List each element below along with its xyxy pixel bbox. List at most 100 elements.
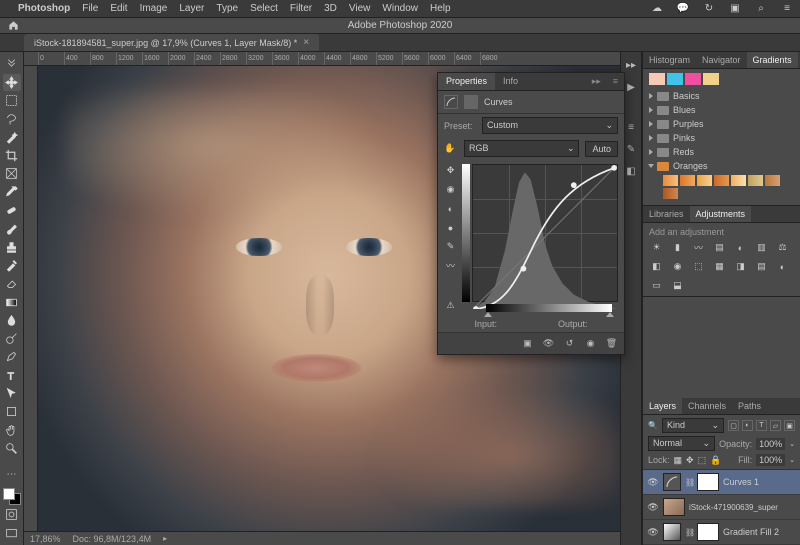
selectivecolor-adjustment-icon[interactable]: ⬓ <box>670 279 685 292</box>
bw-adjustment-icon[interactable]: ◧ <box>649 260 664 273</box>
lock-all-icon[interactable]: 🔒 <box>710 455 721 466</box>
menu-file[interactable]: File <box>82 3 98 14</box>
lock-artboard-icon[interactable]: ⬚ <box>698 455 707 466</box>
hand-tool[interactable] <box>3 422 21 438</box>
channelmixer-adjustment-icon[interactable]: ⬚ <box>691 260 706 273</box>
quickmask-icon[interactable] <box>3 507 21 523</box>
move-tool[interactable] <box>3 74 21 90</box>
trash-icon[interactable]: 🗑 <box>605 337 618 350</box>
screenmode-icon[interactable] <box>3 525 21 541</box>
curves-graph[interactable] <box>472 164 618 302</box>
reset-icon[interactable]: ↺ <box>563 337 576 350</box>
tab-layers[interactable]: Layers <box>643 398 682 414</box>
white-point-icon[interactable]: ◉ <box>444 183 457 196</box>
blur-tool[interactable] <box>3 312 21 328</box>
filter-type-icon[interactable]: T <box>756 420 767 431</box>
shape-tool[interactable] <box>3 404 21 420</box>
gradient-swatch[interactable] <box>649 73 665 85</box>
curves-adjustment-icon[interactable]: 〰 <box>691 241 706 254</box>
panel-icon-3[interactable]: ◧ <box>624 164 638 178</box>
sync-icon[interactable]: ↻ <box>702 3 716 14</box>
gradient-swatch[interactable] <box>765 175 780 186</box>
layer-filter-kind[interactable]: Kind⌄ <box>662 418 724 433</box>
eyedropper-tool[interactable] <box>3 184 21 200</box>
layer-name[interactable]: iStock-471900639_super <box>689 503 778 512</box>
exposure-adjustment-icon[interactable]: ▤ <box>712 241 727 254</box>
tab-paths[interactable]: Paths <box>732 398 767 414</box>
channel-select[interactable]: RGB⌄ <box>464 140 579 157</box>
gradient-swatch[interactable] <box>748 175 763 186</box>
panel-icon-1[interactable]: ≡ <box>624 120 638 134</box>
posterize-adjustment-icon[interactable]: ▤ <box>754 260 769 273</box>
search-icon[interactable]: ⌕ <box>754 3 768 14</box>
gradient-folder-blues[interactable]: Blues <box>649 103 794 117</box>
mask-icon[interactable] <box>464 95 478 109</box>
zoom-tool[interactable] <box>3 440 21 456</box>
collapse-panel-icon[interactable]: ▸▸ <box>586 73 607 90</box>
opacity-value[interactable]: 100% <box>756 438 785 450</box>
smooth-icon[interactable]: 〰 <box>444 259 457 272</box>
fill-value[interactable]: 100% <box>756 454 785 466</box>
gradient-swatch[interactable] <box>663 175 678 186</box>
dodge-tool[interactable] <box>3 330 21 346</box>
doc-size[interactable]: Doc: 96,8M/123,4M <box>73 534 152 544</box>
gradient-swatch[interactable] <box>680 175 695 186</box>
document-tab[interactable]: iStock-181894581_super.jpg @ 17,9% (Curv… <box>24 34 319 51</box>
play-icon[interactable]: ▶ <box>624 80 638 94</box>
menu-image[interactable]: Image <box>140 3 168 14</box>
visibility-toggle-icon[interactable]: 👁 <box>647 526 659 538</box>
history-brush-tool[interactable] <box>3 257 21 273</box>
gradient-swatch[interactable] <box>697 175 712 186</box>
chat-icon[interactable]: 💬 <box>676 3 690 14</box>
gradient-swatch[interactable] <box>703 73 719 85</box>
gradient-swatch[interactable] <box>685 73 701 85</box>
vertical-ruler[interactable] <box>24 66 38 531</box>
app-name-menu[interactable]: Photoshop <box>18 3 70 14</box>
invert-adjustment-icon[interactable]: ◨ <box>733 260 748 273</box>
gradient-folder-pinks[interactable]: Pinks <box>649 131 794 145</box>
close-tab-icon[interactable]: × <box>303 37 309 48</box>
gradient-folder-oranges[interactable]: Oranges <box>649 159 794 173</box>
layer-row[interactable]: 👁 ⛓ Gradient Fill 2 <box>643 520 800 545</box>
brightness-adjustment-icon[interactable]: ☀ <box>649 241 664 254</box>
link-mask-icon[interactable]: ⛓ <box>685 528 693 537</box>
gradient-swatch[interactable] <box>663 188 678 199</box>
blend-mode-select[interactable]: Normal⌄ <box>648 436 715 451</box>
preset-select[interactable]: Custom⌄ <box>482 117 618 134</box>
brush-tool[interactable] <box>3 221 21 237</box>
gradient-folder-purples[interactable]: Purples <box>649 117 794 131</box>
input-gradient-strip[interactable] <box>486 304 612 312</box>
edit-toolbar-icon[interactable]: ⋯ <box>3 466 21 482</box>
levels-adjustment-icon[interactable]: ▮ <box>670 241 685 254</box>
heal-tool[interactable] <box>3 202 21 218</box>
stamp-tool[interactable] <box>3 239 21 255</box>
toggle-visibility-icon[interactable]: ◉ <box>584 337 597 350</box>
menu-filter[interactable]: Filter <box>290 3 312 14</box>
lasso-tool[interactable] <box>3 111 21 127</box>
tab-adjustments[interactable]: Adjustments <box>690 206 752 222</box>
notification-icon[interactable]: ▣ <box>728 3 742 14</box>
colorbalance-adjustment-icon[interactable]: ⚖ <box>775 241 790 254</box>
visibility-toggle-icon[interactable]: 👁 <box>647 476 659 488</box>
horizontal-ruler[interactable]: 0400800120016002000240028003200360040004… <box>24 52 620 66</box>
auto-button[interactable]: Auto <box>585 141 618 157</box>
filter-smart-icon[interactable]: ▣ <box>784 420 795 431</box>
frame-tool[interactable] <box>3 166 21 182</box>
path-select-tool[interactable] <box>3 385 21 401</box>
clip-icon[interactable]: ⚠ <box>444 299 457 312</box>
layer-row[interactable]: 👁 ⛓ Curves 1 <box>643 470 800 495</box>
tab-gradients[interactable]: Gradients <box>747 52 798 68</box>
menu-select[interactable]: Select <box>250 3 278 14</box>
gradient-swatch[interactable] <box>714 175 729 186</box>
vibrance-adjustment-icon[interactable]: ◐ <box>733 241 748 254</box>
brush-panel-icon[interactable]: ✎ <box>624 142 638 156</box>
colorlookup-adjustment-icon[interactable]: ▦ <box>712 260 727 273</box>
lock-pixels-icon[interactable]: ▦ <box>674 455 683 466</box>
gradientmap-adjustment-icon[interactable]: ▭ <box>649 279 664 292</box>
menu-3d[interactable]: 3D <box>324 3 337 14</box>
wand-tool[interactable] <box>3 129 21 145</box>
tab-navigator[interactable]: Navigator <box>696 52 747 68</box>
layer-thumbnail[interactable] <box>663 498 685 516</box>
gray-point-icon[interactable]: ◐ <box>444 202 457 215</box>
properties-panel[interactable]: Properties Info ▸▸ ≡ Curves Preset: Cust… <box>437 72 625 355</box>
